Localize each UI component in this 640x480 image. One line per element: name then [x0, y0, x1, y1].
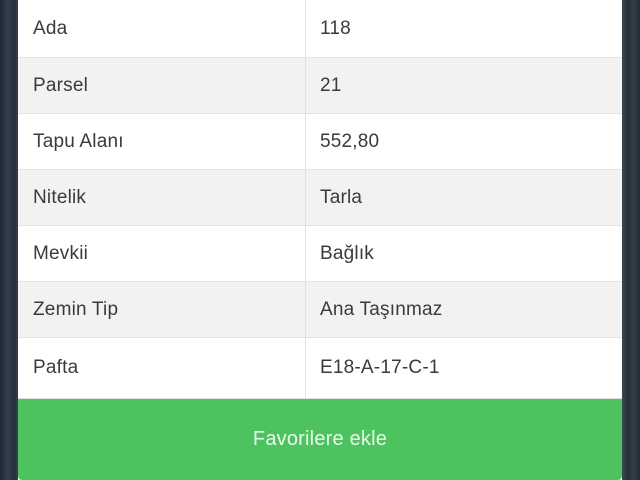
detail-value: 21 — [320, 74, 342, 96]
detail-row-parsel: Parsel 21 — [18, 58, 622, 114]
detail-label: Pafta — [18, 338, 306, 398]
detail-label: Zemin Tip — [18, 282, 306, 337]
detail-row-zemin-tip: Zemin Tip Ana Taşınmaz — [18, 282, 622, 338]
detail-value: E18-A-17-C-1 — [320, 357, 440, 378]
detail-value: Bağlık — [320, 242, 375, 264]
detail-value: Ana Taşınmaz — [320, 298, 443, 320]
detail-label: Ada — [18, 0, 306, 57]
detail-row-nitelik: Nitelik Tarla — [18, 170, 622, 226]
detail-row-pafta: Pafta E18-A-17-C-1 — [18, 338, 622, 399]
detail-label: Mevkii — [18, 226, 306, 281]
detail-row-mevkii: Mevkii Bağlık — [18, 226, 622, 282]
detail-value: 552,80 — [320, 130, 380, 152]
detail-value: 118 — [320, 17, 351, 39]
detail-value: Tarla — [320, 186, 363, 208]
detail-label: Nitelik — [18, 170, 306, 225]
detail-row-ada: Ada 118 — [18, 0, 622, 58]
property-details-card: Ada 118 Parsel 21 Tapu Alanı 552,80 Nite… — [18, 0, 622, 480]
detail-label: Parsel — [18, 58, 306, 113]
detail-row-tapu-alani: Tapu Alanı 552,80 — [18, 114, 622, 170]
add-to-favorites-button[interactable]: Favorilere ekle — [18, 399, 622, 480]
detail-label: Tapu Alanı — [18, 114, 306, 169]
